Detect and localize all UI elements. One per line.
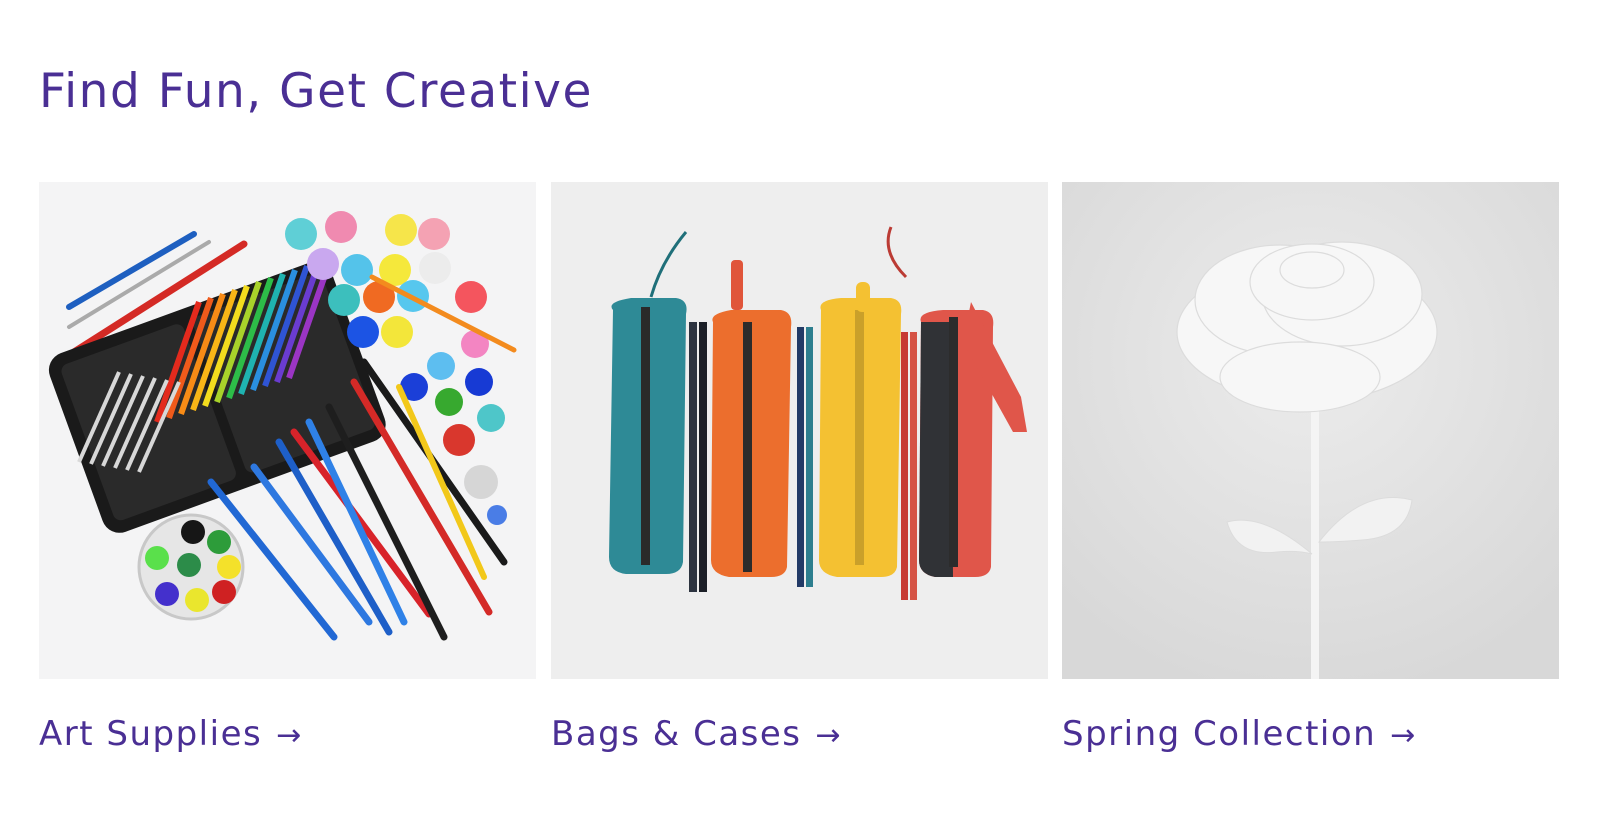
collection-card-label[interactable]: Spring Collection →: [1062, 712, 1417, 758]
collection-card-bags-cases[interactable]: Bags & Cases →: [551, 182, 1048, 754]
arrow-right-icon: →: [276, 718, 303, 753]
page-title: Find Fun, Get Creative: [39, 64, 593, 119]
collection-card-label[interactable]: Art Supplies →: [39, 712, 303, 758]
collection-card-label[interactable]: Bags & Cases →: [551, 712, 842, 758]
collection-card-spring-collection[interactable]: Spring Collection →: [1062, 182, 1559, 754]
pencil-cases-image[interactable]: [551, 182, 1048, 679]
white-rose-image[interactable]: [1062, 182, 1559, 679]
arrow-right-icon: →: [1390, 718, 1417, 753]
arrow-right-icon: →: [815, 718, 843, 753]
art-supplies-image[interactable]: [39, 182, 536, 679]
collection-card-art-supplies[interactable]: Art Supplies →: [39, 182, 536, 754]
